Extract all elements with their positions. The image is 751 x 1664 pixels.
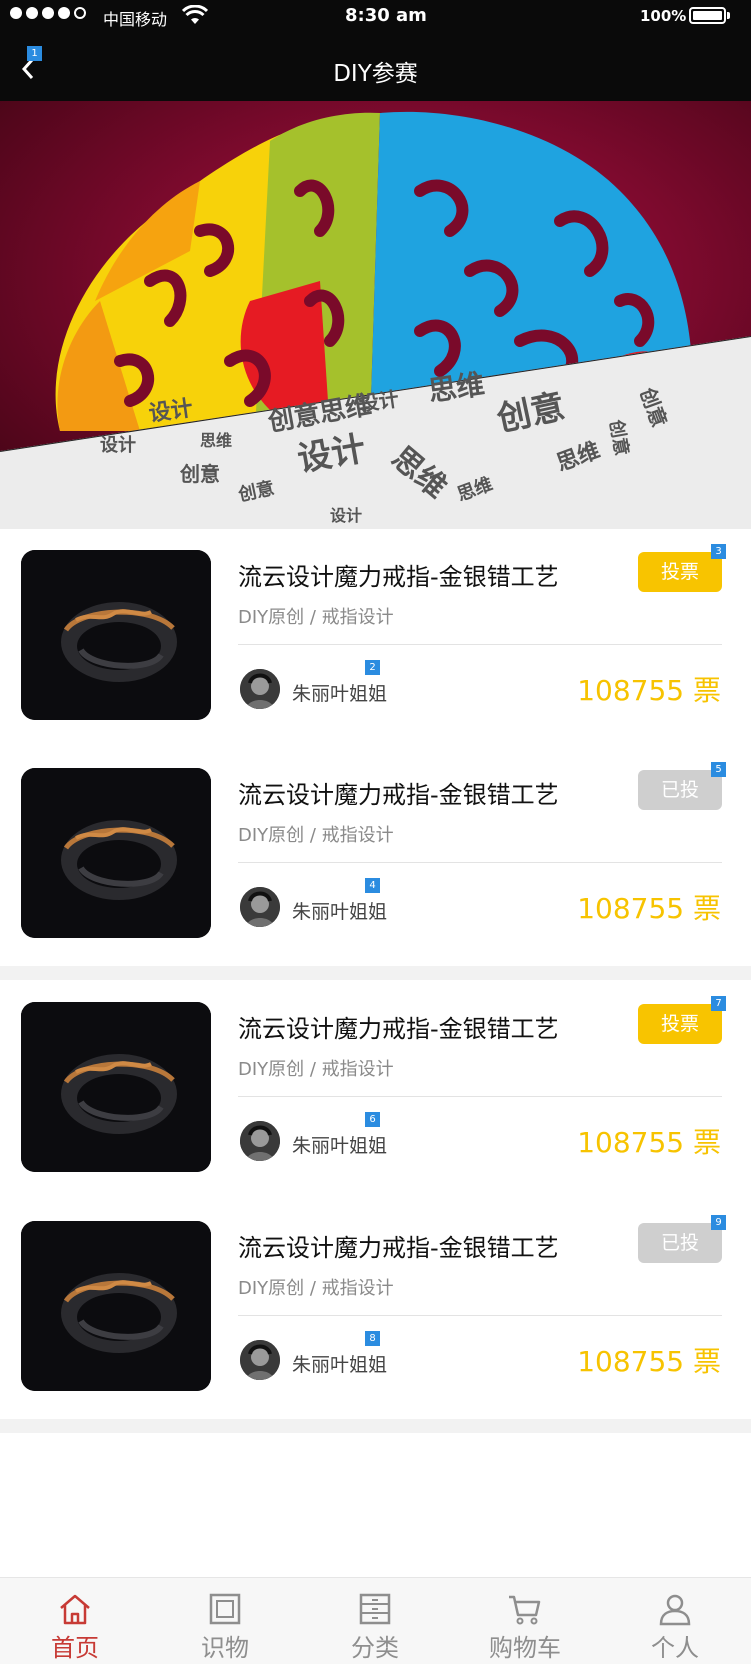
tab-label: 识物	[201, 1634, 249, 1662]
ring-image	[21, 1002, 211, 1172]
avatar[interactable]	[240, 887, 280, 927]
avatar-image	[240, 1121, 280, 1161]
home-icon	[60, 1594, 90, 1625]
item-title[interactable]: 流云设计魔力戒指-金银错工艺	[238, 557, 559, 592]
word-cloud-text: 设计	[100, 434, 136, 455]
tab-label: 个人	[651, 1634, 699, 1662]
item-subtitle: DIY原创 / 戒指设计	[238, 607, 394, 628]
item-title[interactable]: 流云设计魔力戒指-金银错工艺	[238, 775, 559, 810]
list-item[interactable]: 流云设计魔力戒指-金银错工艺 DIY原创 / 戒指设计 朱丽叶姐姐 8 1087…	[0, 1200, 751, 1419]
item-subtitle: DIY原创 / 戒指设计	[238, 825, 394, 846]
word-cloud-text: 创意	[179, 462, 220, 486]
signal-strength-icon	[10, 7, 86, 19]
badge: 3	[711, 544, 726, 559]
divider	[238, 862, 722, 863]
person-icon	[659, 1594, 691, 1626]
item-subtitle: DIY原创 / 戒指设计	[238, 1059, 394, 1080]
bottom-tab-bar: 首页 识物 分类 购物车 个人	[0, 1577, 751, 1664]
ring-image	[21, 768, 211, 938]
author-name[interactable]: 朱丽叶姐姐	[292, 1131, 387, 1158]
tab-home[interactable]: 首页	[0, 1578, 150, 1664]
avatar-image	[240, 1340, 280, 1380]
author-name[interactable]: 朱丽叶姐姐	[292, 679, 387, 706]
divider	[238, 644, 722, 645]
author-name[interactable]: 朱丽叶姐姐	[292, 897, 387, 924]
tab-label: 首页	[51, 1634, 99, 1662]
product-thumbnail[interactable]	[21, 1221, 211, 1391]
battery-icon	[689, 7, 726, 24]
word-cloud-text: 设计	[330, 506, 362, 525]
tab-profile[interactable]: 个人	[600, 1578, 750, 1664]
tab-cart[interactable]: 购物车	[450, 1578, 600, 1664]
vote-button[interactable]: 投票	[638, 1004, 722, 1044]
brain-illustration: 设计创意思维创意思维设计思维创意设计 思维创意设计创意 思维设计创意思维	[0, 101, 751, 539]
page-title: DIY参赛	[333, 61, 418, 87]
vote-count: 108755 票	[577, 674, 721, 707]
voted-button[interactable]: 已投	[638, 1223, 722, 1263]
item-title[interactable]: 流云设计魔力戒指-金银错工艺	[238, 1228, 559, 1263]
section-separator	[0, 966, 751, 980]
vote-button[interactable]: 投票	[638, 552, 722, 592]
avatar-image	[240, 669, 280, 709]
list-item[interactable]: 流云设计魔力戒指-金银错工艺 DIY原创 / 戒指设计 朱丽叶姐姐 6 1087…	[0, 981, 751, 1200]
item-subtitle: DIY原创 / 戒指设计	[238, 1278, 394, 1299]
tab-identify[interactable]: 识物	[150, 1578, 300, 1664]
tab-category[interactable]: 分类	[300, 1578, 450, 1664]
author-name[interactable]: 朱丽叶姐姐	[292, 1350, 387, 1377]
status-time: 8:30 am	[345, 5, 427, 26]
badge: 7	[711, 996, 726, 1011]
tab-label: 分类	[351, 1634, 399, 1662]
avatar[interactable]	[240, 1340, 280, 1380]
product-thumbnail[interactable]	[21, 768, 211, 938]
divider	[238, 1096, 722, 1097]
battery-percent: 100%	[640, 7, 687, 25]
ring-image	[21, 550, 211, 720]
ring-image	[21, 1221, 211, 1391]
vote-count: 108755 票	[577, 1345, 721, 1378]
badge: 6	[365, 1112, 380, 1127]
item-title[interactable]: 流云设计魔力戒指-金银错工艺	[238, 1009, 559, 1044]
badge: 8	[365, 1331, 380, 1346]
cabinet-icon	[359, 1593, 391, 1625]
list-item[interactable]: 流云设计魔力戒指-金银错工艺 DIY原创 / 戒指设计 朱丽叶姐姐 4 1087…	[0, 747, 751, 966]
vote-count: 108755 票	[577, 1126, 721, 1159]
product-thumbnail[interactable]	[21, 550, 211, 720]
list-item[interactable]: 流云设计魔力戒指-金银错工艺 DIY原创 / 戒指设计 朱丽叶姐姐 2 1087…	[0, 529, 751, 748]
status-bar: 中国移动 8:30 am 100%	[0, 0, 751, 32]
cart-icon	[509, 1595, 541, 1625]
wifi-icon	[182, 5, 208, 24]
hero-banner: 设计 创意 思维 创意思维 设计 思维 创意 设计 思维 创意 设计 创意 思维 设计 创意 思维	[0, 101, 751, 539]
frame-icon	[209, 1593, 241, 1625]
avatar-image	[240, 887, 280, 927]
product-thumbnail[interactable]	[21, 1002, 211, 1172]
navigation-bar: 1 DIY参赛	[0, 32, 751, 101]
badge: 4	[365, 878, 380, 893]
word-cloud-text: 思维	[200, 431, 232, 450]
avatar[interactable]	[240, 669, 280, 709]
carrier-name: 中国移动	[103, 10, 168, 29]
divider	[238, 1315, 722, 1316]
tab-label: 购物车	[489, 1634, 561, 1662]
badge: 2	[365, 660, 380, 675]
section-separator	[0, 1419, 751, 1433]
avatar[interactable]	[240, 1121, 280, 1161]
voted-button[interactable]: 已投	[638, 770, 722, 810]
vote-count: 108755 票	[577, 892, 721, 925]
badge: 5	[711, 762, 726, 777]
badge: 9	[711, 1215, 726, 1230]
